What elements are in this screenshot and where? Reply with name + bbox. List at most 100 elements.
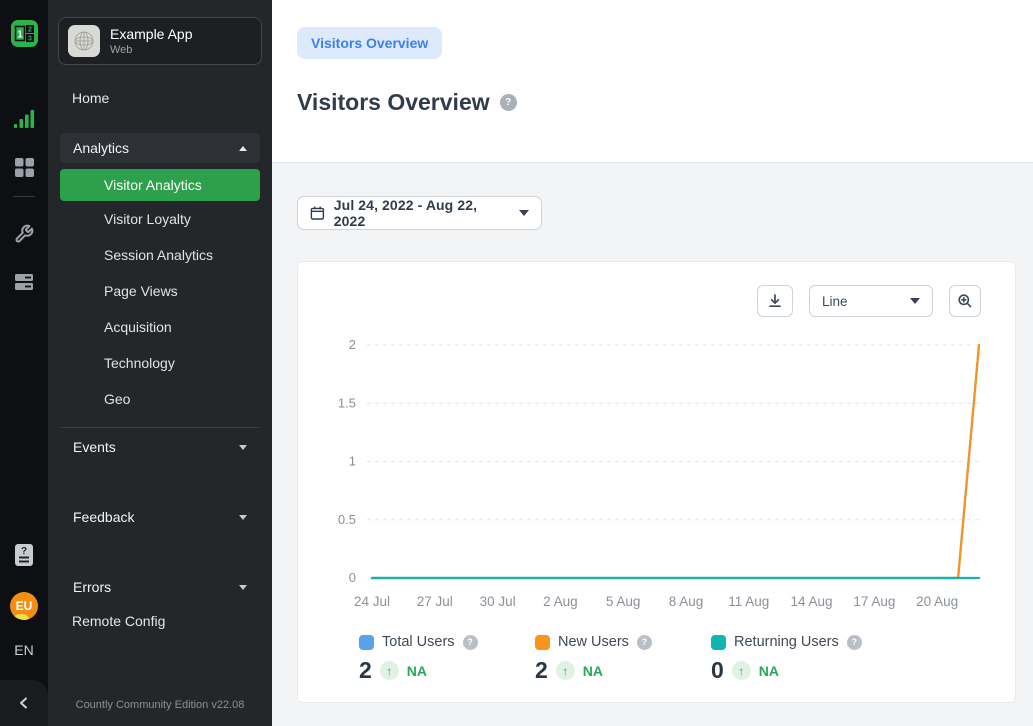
- main-content: Visitors Overview Visitors Overview ? Ju…: [272, 0, 1033, 726]
- sidebar-divider: [60, 427, 260, 428]
- sidebar-item-geo[interactable]: Geo: [48, 381, 272, 417]
- sidebar-item-acquisition[interactable]: Acquisition: [48, 309, 272, 345]
- sidebar-item-label: Visitor Analytics: [104, 177, 202, 193]
- sidebar-group-label: Analytics: [73, 140, 129, 156]
- chart-legend: Total Users ? 2 ↑ NA New Users ?: [359, 634, 887, 684]
- sidebar: Example App Web Home Analytics Visitor A…: [48, 0, 272, 726]
- chevron-down-icon: [519, 210, 529, 216]
- total-users-trend: NA: [407, 663, 427, 679]
- content-area: Jul 24, 2022 - Aug 22, 2022 Line: [272, 162, 1033, 726]
- apps-grid-icon[interactable]: [12, 156, 36, 178]
- rail-bottom: ? EU EN: [0, 544, 48, 726]
- svg-text:3: 3: [28, 36, 32, 43]
- sidebar-item-label: Visitor Loyalty: [104, 211, 191, 227]
- total-users-swatch: [359, 635, 374, 650]
- y-axis-label: 1.5: [338, 395, 356, 410]
- sidebar-group-errors[interactable]: Errors: [60, 572, 260, 602]
- y-axis-label: 2: [349, 337, 356, 352]
- legend-toggle-total-users[interactable]: Total Users ?: [359, 634, 535, 650]
- chart-type-select[interactable]: Line: [809, 285, 933, 317]
- left-rail: 1 2 3: [0, 0, 48, 726]
- visitors-line-chart[interactable]: 00.511.5224 Jul27 Jul30 Jul2 Aug5 Aug8 A…: [298, 322, 1015, 622]
- chevron-down-icon: [239, 585, 247, 590]
- data-server-icon[interactable]: [12, 271, 36, 293]
- download-icon: [767, 293, 783, 309]
- x-axis-label: 30 Jul: [480, 594, 516, 609]
- rail-divider: [13, 196, 35, 197]
- chevron-up-icon: [239, 146, 247, 151]
- version-footer: Countly Community Edition v22.08: [48, 699, 272, 711]
- region-badge[interactable]: EU: [10, 592, 38, 620]
- sidebar-item-visitor-loyalty[interactable]: Visitor Loyalty: [48, 201, 272, 237]
- legend-label: New Users: [558, 634, 629, 650]
- total-users-help-icon[interactable]: ?: [463, 635, 478, 650]
- legend-toggle-new-users[interactable]: New Users ?: [535, 634, 711, 650]
- breadcrumb[interactable]: Visitors Overview: [297, 27, 442, 59]
- sidebar-item-home[interactable]: Home: [48, 81, 272, 115]
- legend-toggle-returning-users[interactable]: Returning Users ?: [711, 634, 887, 650]
- sidebar-collapse-button[interactable]: [0, 680, 48, 726]
- zoom-chart-button[interactable]: [949, 285, 981, 317]
- sidebar-item-label: Session Analytics: [104, 247, 213, 263]
- app-selector[interactable]: Example App Web: [58, 17, 262, 65]
- analytics-bars-icon[interactable]: [12, 108, 36, 130]
- x-axis-label: 14 Aug: [791, 594, 833, 609]
- returning-users-swatch: [711, 635, 726, 650]
- new-users-swatch: [535, 635, 550, 650]
- sidebar-item-page-views[interactable]: Page Views: [48, 273, 272, 309]
- sidebar-item-label: Technology: [104, 355, 175, 371]
- y-axis-label: 0.5: [338, 512, 356, 527]
- sidebar-group-feedback[interactable]: Feedback: [60, 502, 260, 532]
- x-axis-label: 11 Aug: [728, 594, 769, 609]
- returning-users-help-icon[interactable]: ?: [847, 635, 862, 650]
- page-header: Visitors Overview Visitors Overview ?: [272, 0, 1033, 162]
- calendar-icon: [310, 205, 325, 221]
- chevron-down-icon: [239, 515, 247, 520]
- x-axis-label: 2 Aug: [543, 594, 578, 609]
- chevron-down-icon: [239, 445, 247, 450]
- chevron-left-icon: [17, 696, 31, 710]
- new-users-help-icon[interactable]: ?: [637, 635, 652, 650]
- date-range-picker[interactable]: Jul 24, 2022 - Aug 22, 2022: [297, 196, 542, 230]
- chevron-down-icon: [910, 298, 920, 304]
- sidebar-group-label: Errors: [73, 579, 111, 595]
- sidebar-item-label: Page Views: [104, 283, 178, 299]
- language-label: EN: [14, 642, 33, 658]
- trend-up-icon: ↑: [732, 661, 751, 680]
- sidebar-item-label: Remote Config: [72, 613, 165, 629]
- trend-up-icon: ↑: [556, 661, 575, 680]
- returning-users-value: 0: [711, 657, 724, 684]
- x-axis-label: 27 Jul: [417, 594, 453, 609]
- trend-up-icon: ↑: [380, 661, 399, 680]
- sidebar-item-label: Acquisition: [104, 319, 172, 335]
- x-axis-label: 17 Aug: [853, 594, 895, 609]
- management-wrench-icon[interactable]: [12, 223, 36, 245]
- sidebar-group-events[interactable]: Events: [60, 432, 260, 462]
- sidebar-item-remote-config[interactable]: Remote Config: [48, 604, 272, 638]
- guides-help-icon[interactable]: ?: [12, 544, 36, 566]
- download-chart-button[interactable]: [757, 285, 793, 317]
- countly-logo-icon[interactable]: 1 2 3: [11, 20, 38, 52]
- visitors-chart-card: Line 00.511.5224 Jul27 Jul30 Jul2 Aug5 A…: [297, 261, 1016, 703]
- title-help-icon[interactable]: ?: [500, 94, 517, 111]
- y-axis-label: 1: [349, 454, 356, 469]
- sidebar-item-label: Home: [72, 90, 109, 106]
- date-range-value: Jul 24, 2022 - Aug 22, 2022: [334, 197, 510, 229]
- sidebar-group-label: Events: [73, 439, 116, 455]
- language-selector[interactable]: EN: [14, 642, 33, 658]
- sidebar-item-visitor-analytics[interactable]: Visitor Analytics: [60, 169, 260, 201]
- sidebar-item-label: Geo: [104, 391, 130, 407]
- x-axis-label: 5 Aug: [606, 594, 641, 609]
- sidebar-item-technology[interactable]: Technology: [48, 345, 272, 381]
- x-axis-label: 8 Aug: [669, 594, 704, 609]
- total-users-value: 2: [359, 657, 372, 684]
- legend-total-users: Total Users ? 2 ↑ NA: [359, 634, 535, 684]
- zoom-in-icon: [957, 293, 973, 309]
- svg-text:?: ?: [21, 546, 27, 557]
- sidebar-item-session-analytics[interactable]: Session Analytics: [48, 237, 272, 273]
- legend-returning-users: Returning Users ? 0 ↑ NA: [711, 634, 887, 684]
- app-icon: [68, 25, 100, 57]
- returning-users-trend: NA: [759, 663, 779, 679]
- sidebar-group-analytics[interactable]: Analytics: [60, 133, 260, 163]
- legend-label: Total Users: [382, 634, 455, 650]
